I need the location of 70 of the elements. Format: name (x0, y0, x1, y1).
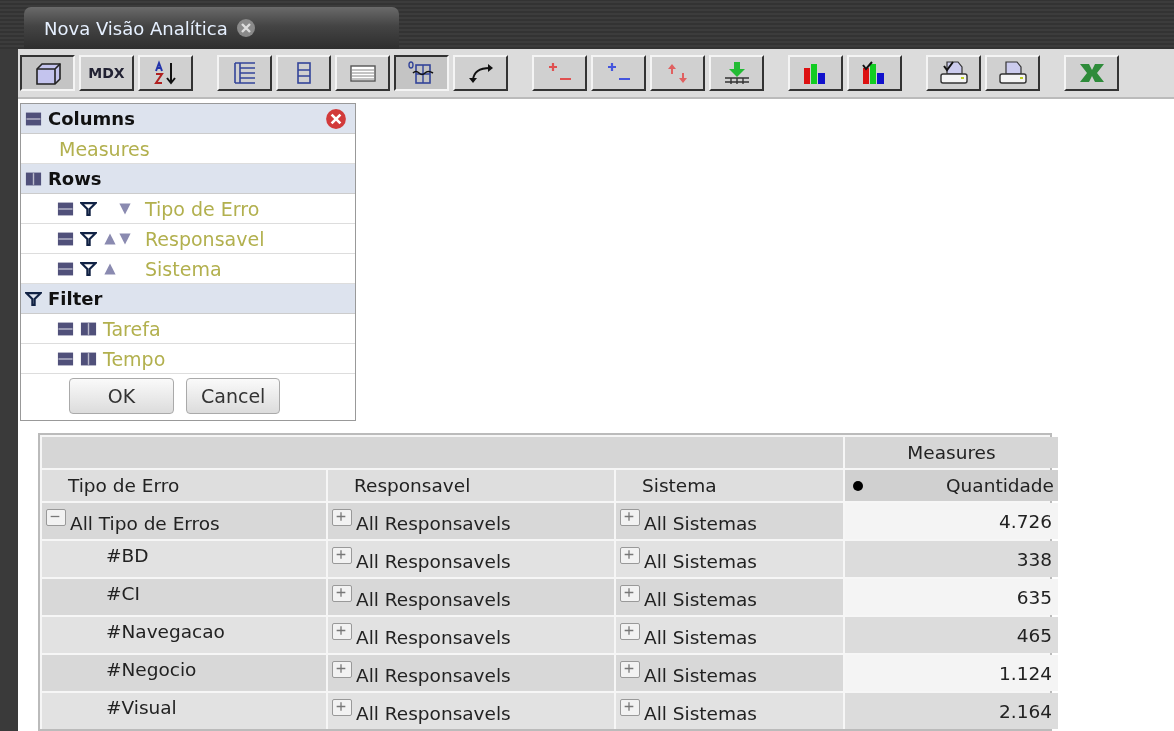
row-label: All Responsavels (356, 513, 511, 534)
expand-icon[interactable] (620, 509, 640, 526)
columns-icon[interactable] (57, 201, 74, 216)
expand-icon[interactable] (332, 585, 352, 602)
value-cell: 465 (845, 617, 1058, 653)
columns-icon[interactable] (57, 351, 74, 366)
section-title: Filter (48, 288, 104, 309)
filter-icon (25, 291, 42, 306)
column-header: Measures (845, 437, 1058, 468)
toolbar-button[interactable] (394, 55, 449, 91)
row-label: All Responsavels (356, 589, 511, 610)
expand-icon[interactable] (332, 509, 352, 526)
column-header[interactable]: Responsavel (328, 470, 614, 501)
columns-icon[interactable] (57, 261, 74, 276)
expand-icon[interactable] (332, 699, 352, 716)
bullet-icon (853, 480, 863, 491)
filter-icon[interactable] (80, 261, 97, 276)
printer-check-icon (938, 60, 969, 86)
rows-icon (25, 171, 42, 186)
column-header[interactable]: Tipo de Erro (42, 470, 326, 501)
expand-icon[interactable] (620, 623, 640, 640)
row-label: All Sistemas (644, 627, 757, 648)
toolbar-button[interactable] (20, 55, 75, 91)
expand-icon[interactable] (620, 585, 640, 602)
expand-icon[interactable] (620, 547, 640, 564)
view-tab[interactable]: Nova Visão Analítica (24, 7, 399, 49)
row-label: All Sistemas (644, 513, 757, 534)
expand-icon[interactable] (332, 547, 352, 564)
row-label: #CI (106, 583, 140, 604)
columns-icon[interactable] (57, 231, 74, 246)
triangle-up-icon[interactable] (103, 231, 117, 246)
row-label: All Sistemas (644, 665, 757, 686)
row-label: All Sistemas (644, 589, 757, 610)
row-label: #Navegacao (106, 621, 225, 642)
filter-icon[interactable] (80, 201, 97, 216)
triangle-down-icon[interactable] (118, 231, 132, 246)
expand-icon[interactable] (332, 623, 352, 640)
value-cell: 338 (845, 541, 1058, 577)
columns-icon (25, 111, 42, 126)
row-label: #Visual (106, 697, 177, 718)
row-label: All Responsavels (356, 703, 511, 724)
expand-icon[interactable] (332, 661, 352, 678)
cancel-button[interactable]: Cancel (186, 378, 281, 414)
rows-icon[interactable] (80, 321, 97, 336)
columns-icon[interactable] (57, 321, 74, 336)
row-label: All Responsavels (356, 627, 511, 648)
ok-button[interactable]: OK (69, 378, 174, 414)
mdx-button[interactable]: MDX (79, 55, 134, 91)
row-label: All Responsavels (356, 551, 511, 572)
section-title: Columns (48, 108, 136, 129)
row-label: All Sistemas (644, 551, 757, 572)
collapse-icon[interactable] (46, 509, 66, 526)
row-label: All Tipo de Erros (70, 513, 220, 534)
row-label: #Negocio (106, 659, 197, 680)
filter-icon[interactable] (80, 231, 97, 246)
value-cell: 2.164 (845, 693, 1058, 729)
printer-icon (997, 60, 1028, 86)
triangle-up-icon[interactable] (103, 261, 117, 276)
section-title: Rows (48, 168, 103, 189)
tab-title: Nova Visão Analítica (44, 17, 228, 39)
close-icon[interactable] (235, 18, 256, 38)
expand-icon[interactable] (620, 661, 640, 678)
row-label: #BD (106, 545, 149, 566)
close-icon[interactable] (325, 107, 347, 130)
row-label: All Sistemas (644, 703, 757, 724)
column-header[interactable]: Sistema (616, 470, 843, 501)
expand-icon[interactable] (620, 699, 640, 716)
row-label: All Responsavels (356, 665, 511, 686)
rows-icon[interactable] (80, 351, 97, 366)
triangle-down-icon[interactable] (118, 201, 132, 216)
